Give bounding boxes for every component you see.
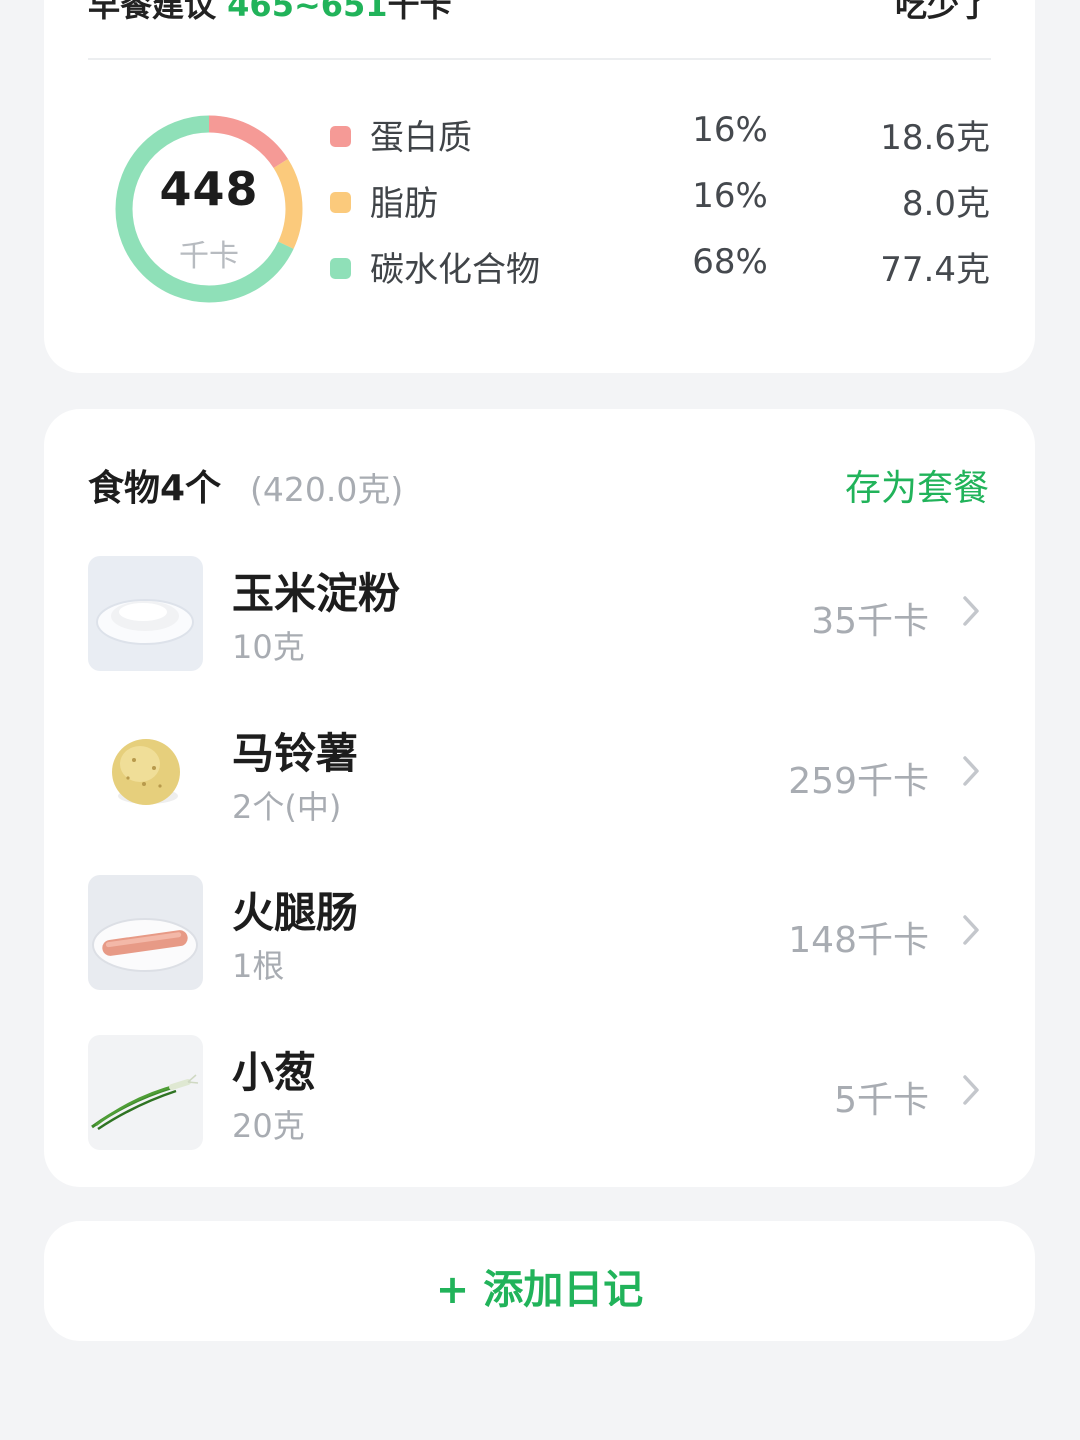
food-list-header: 食物4个 (420.0克) 存为套餐 — [88, 459, 991, 509]
macro-percent: 68% — [692, 242, 768, 282]
food-item-cornstarch[interactable]: 玉米淀粉 10克 35千卡 — [88, 556, 991, 672]
macro-percent: 16% — [692, 110, 768, 150]
chevron-right-icon — [961, 1073, 981, 1111]
food-calories: 148千卡 — [788, 920, 929, 961]
food-item-scallion[interactable]: 小葱 20克 5千卡 — [88, 1035, 991, 1151]
food-name: 玉米淀粉 — [232, 569, 401, 618]
food-calories: 259千卡 — [788, 761, 929, 802]
add-diary-button[interactable]: + 添加日记 — [44, 1221, 1035, 1341]
carbs-legend-swatch — [330, 258, 351, 279]
total-calories-unit: 千卡 — [179, 239, 239, 274]
food-amount: 20克 — [232, 1107, 305, 1145]
food-name: 火腿肠 — [232, 888, 359, 937]
save-as-combo-button[interactable]: 存为套餐 — [845, 459, 989, 511]
potato-photo — [88, 716, 203, 831]
meal-label: 早餐建议 — [88, 0, 217, 24]
macro-row-fat: 脂肪 16% 8.0克 — [330, 176, 990, 232]
chevron-right-icon — [961, 913, 981, 951]
scallion-photo — [88, 1035, 203, 1150]
protein-legend-swatch — [330, 126, 351, 147]
macro-name: 蛋白质 — [370, 118, 472, 158]
food-count-title: 食物4个 — [88, 468, 222, 509]
food-amount: 2个(中) — [232, 788, 342, 826]
cornstarch-photo — [88, 556, 203, 671]
macro-grams: 8.0克 — [901, 184, 990, 224]
food-item-potato[interactable]: 马铃薯 2个(中) 259千卡 — [88, 716, 991, 832]
food-total-weight: (420.0克) — [250, 470, 404, 509]
calorie-donut-chart: 448 千卡 — [114, 114, 304, 304]
macro-grams: 77.4克 — [880, 250, 990, 290]
food-name: 马铃薯 — [232, 729, 359, 778]
food-name: 小葱 — [232, 1048, 317, 1097]
food-amount: 10克 — [232, 628, 305, 666]
food-list-card: 食物4个 (420.0克) 存为套餐 玉米淀粉 10克 35千卡 马铃薯 2个(… — [44, 409, 1035, 1187]
food-amount: 1根 — [232, 947, 285, 985]
macro-grams: 18.6克 — [880, 118, 990, 158]
add-diary-label: + 添加日记 — [435, 1267, 644, 1313]
intake-status: 吃少了 — [894, 0, 991, 24]
macro-name: 脂肪 — [370, 184, 438, 224]
meal-recommendation-header: 早餐建议 465~651千卡 吃少了 — [88, 0, 991, 60]
chevron-right-icon — [961, 754, 981, 792]
macro-row-protein: 蛋白质 16% 18.6克 — [330, 110, 990, 166]
food-calories: 5千卡 — [834, 1080, 929, 1121]
meal-recommendation: 早餐建议 465~651千卡 — [88, 0, 452, 26]
macro-percent: 16% — [692, 176, 768, 216]
food-calories: 35千卡 — [811, 601, 929, 642]
fat-legend-swatch — [330, 192, 351, 213]
macro-row-carbs: 碳水化合物 68% 77.4克 — [330, 242, 990, 298]
recommended-range-unit: 千卡 — [387, 0, 452, 24]
sausage-photo — [88, 875, 203, 990]
nutrition-summary-card: 早餐建议 465~651千卡 吃少了 448 千卡 蛋白质 16% 18.6克 … — [44, 0, 1035, 373]
chevron-right-icon — [961, 594, 981, 632]
total-calories-value: 448 — [159, 162, 259, 216]
macro-name: 碳水化合物 — [370, 250, 540, 290]
food-item-sausage[interactable]: 火腿肠 1根 148千卡 — [88, 875, 991, 991]
recommended-range: 465~651 — [227, 0, 388, 24]
